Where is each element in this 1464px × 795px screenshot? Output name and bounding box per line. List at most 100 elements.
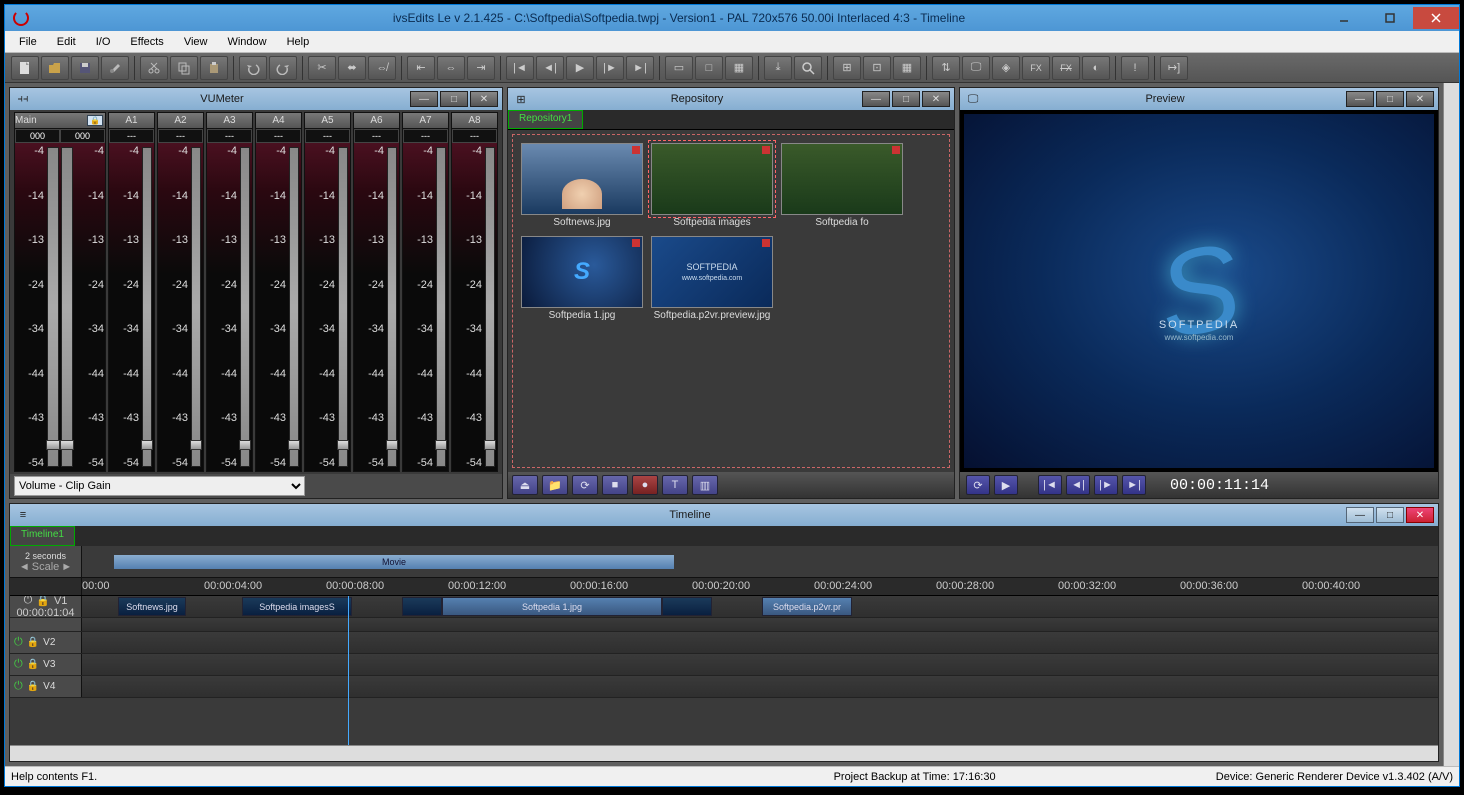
menu-view[interactable]: View [174,33,218,51]
preview-goto-end-icon[interactable]: ►| [1122,475,1146,495]
preview-loop-icon[interactable]: ⟳ [966,475,990,495]
repo-text-icon[interactable]: T [662,475,688,495]
preview-play-icon[interactable]: ▶ [994,475,1018,495]
preview-goto-start-icon[interactable]: |◄ [1038,475,1062,495]
repo-item[interactable]: Softnews.jpg [521,143,643,228]
repo-eject-icon[interactable]: ⏏ [512,475,538,495]
vu-channel-main[interactable]: Main🔒000000-4-14-13-24-34-44-43-54-4-14-… [14,112,106,472]
preview-minimize-button[interactable]: — [1346,91,1374,107]
preview-close-button[interactable]: ✕ [1406,91,1434,107]
film-icon[interactable]: ▦ [725,56,753,80]
step-fwd-icon[interactable]: |► [596,56,624,80]
repo-grid[interactable]: Softnews.jpgSoftpedia imagesSoftpedia fo… [512,134,950,468]
preview-step-back-icon[interactable]: ◄| [1066,475,1090,495]
grid-small-icon[interactable]: ▦ [893,56,921,80]
vu-channel-a5[interactable]: A5----4-14-13-24-34-44-43-54 [304,112,351,472]
power-icon[interactable]: ⏻ [14,658,23,671]
timeline-overview[interactable]: Movie [82,546,1438,577]
timeline-clip[interactable] [402,597,442,616]
timeline-menu-icon[interactable]: ≡ [14,507,32,523]
timeline-header[interactable]: ≡ Timeline — □ ✕ [10,504,1438,526]
fx-strike-icon[interactable]: FX [1052,56,1080,80]
goto-end-icon[interactable]: ►| [626,56,654,80]
repo-item[interactable]: SSoftpedia 1.jpg [521,236,643,321]
repo-tab[interactable]: Repository1 [508,110,583,129]
goto-start-icon[interactable]: |◄ [506,56,534,80]
timeline-clip[interactable]: Softpedia imagesS [242,597,352,616]
settings-icon[interactable] [101,56,129,80]
minimize-button[interactable] [1321,7,1367,29]
repo-item[interactable]: SOFTPEDIAwww.softpedia.comSoftpedia.p2vr… [651,236,773,321]
lock-icon[interactable]: 🔒 [27,681,39,692]
step-back-icon[interactable]: ◄| [536,56,564,80]
vu-channel-a2[interactable]: A2----4-14-13-24-34-44-43-54 [157,112,204,472]
power-icon[interactable]: ⏻ [14,680,23,693]
marker-in-icon[interactable]: ⇤ [407,56,435,80]
info-icon[interactable]: ! [1121,56,1149,80]
preview-header[interactable]: 🖵 Preview — □ ✕ [960,88,1438,110]
timeline-close-button[interactable]: ✕ [1406,507,1434,523]
play-icon[interactable]: ▶ [566,56,594,80]
timeline-ruler[interactable]: 00:0000:00:04:0000:00:08:0000:00:12:0000… [82,578,1438,595]
titlebar[interactable]: ivsEdits Le v 2.1.425 - C:\Softpedia\Sof… [5,5,1459,31]
paste-icon[interactable] [200,56,228,80]
vumeter-minimize-button[interactable]: — [410,91,438,107]
timeline-clip[interactable]: Softnews.jpg [118,597,186,616]
vu-channel-a8[interactable]: A8----4-14-13-24-34-44-43-54 [451,112,498,472]
copy-icon[interactable] [170,56,198,80]
repo-bars-icon[interactable]: ▥ [692,475,718,495]
repo-maximize-button[interactable]: □ [892,91,920,107]
vumeter-close-button[interactable]: ✕ [470,91,498,107]
vu-channel-a1[interactable]: A1----4-14-13-24-34-44-43-54 [108,112,155,472]
vumeter-header[interactable]: ⫞⫞ VUMeter — □ ✕ [10,88,502,110]
timeline-scale-control[interactable]: 2 seconds ◄Scale► [10,546,82,577]
split-icon[interactable]: ✂ [308,56,336,80]
lock-icon[interactable]: 🔒 [27,659,39,670]
link-icon[interactable]: ⬌ [338,56,366,80]
unlink-icon[interactable]: ⇎ [368,56,396,80]
repo-item[interactable]: Softpedia images [651,143,773,228]
new-icon[interactable] [11,56,39,80]
track-lane-v2[interactable] [82,632,1438,653]
power-icon[interactable]: ⏻ [14,636,23,649]
open-icon[interactable] [41,56,69,80]
timeline-maximize-button[interactable]: □ [1376,507,1404,523]
repo-folder-icon[interactable]: 📁 [542,475,568,495]
sliders-icon[interactable]: ⇅ [932,56,960,80]
vu-channel-a6[interactable]: A6----4-14-13-24-34-44-43-54 [353,112,400,472]
track-head-v1[interactable]: ⏻🔒V1 00:00:01:04 [10,596,82,617]
menu-io[interactable]: I/O [86,33,121,51]
track-lane-v1[interactable]: Softnews.jpgSoftpedia imagesSSoftpedia 1… [82,596,1438,617]
fx-in-icon[interactable]: ◈ [992,56,1020,80]
vu-channel-a7[interactable]: A7----4-14-13-24-34-44-43-54 [402,112,449,472]
repo-refresh-icon[interactable]: ⟳ [572,475,598,495]
timeline-minimize-button[interactable]: — [1346,507,1374,523]
close-button[interactable] [1413,7,1459,29]
repo-item[interactable]: Softpedia fo [781,143,903,228]
track-lane-v3[interactable] [82,654,1438,675]
marker-center-icon[interactable]: ⇔ [437,56,465,80]
timeline-clip[interactable]: Softpedia.p2vr.pr [762,597,852,616]
track-lane-v4[interactable] [82,676,1438,697]
timeline-movie-strip[interactable]: Movie [114,555,674,569]
safe-area-icon[interactable]: ▭ [665,56,693,80]
exit-icon[interactable]: ↦] [1160,56,1188,80]
menu-edit[interactable]: Edit [47,33,86,51]
track-head-v4[interactable]: ⏻🔒V4 [10,676,82,697]
redo-icon[interactable] [269,56,297,80]
playhead-icon[interactable] [348,596,349,745]
repo-record-icon[interactable]: ● [632,475,658,495]
preview-canvas[interactable]: S SOFTPEDIA www.softpedia.com [964,114,1434,468]
undo-icon[interactable] [239,56,267,80]
export-icon[interactable]: ⤓ [764,56,792,80]
fullframe-icon[interactable]: □ [695,56,723,80]
vu-channel-a4[interactable]: A4----4-14-13-24-34-44-43-54 [255,112,302,472]
repo-minimize-button[interactable]: — [862,91,890,107]
lock-icon[interactable]: 🔒 [87,115,103,126]
color-wheel-icon[interactable]: ◐ [1082,56,1110,80]
timeline-clip[interactable] [662,597,712,616]
grid-med-icon[interactable]: ⊡ [863,56,891,80]
grid-large-icon[interactable]: ⊞ [833,56,861,80]
menu-window[interactable]: Window [217,33,276,51]
timeline-tab[interactable]: Timeline1 [10,526,75,546]
